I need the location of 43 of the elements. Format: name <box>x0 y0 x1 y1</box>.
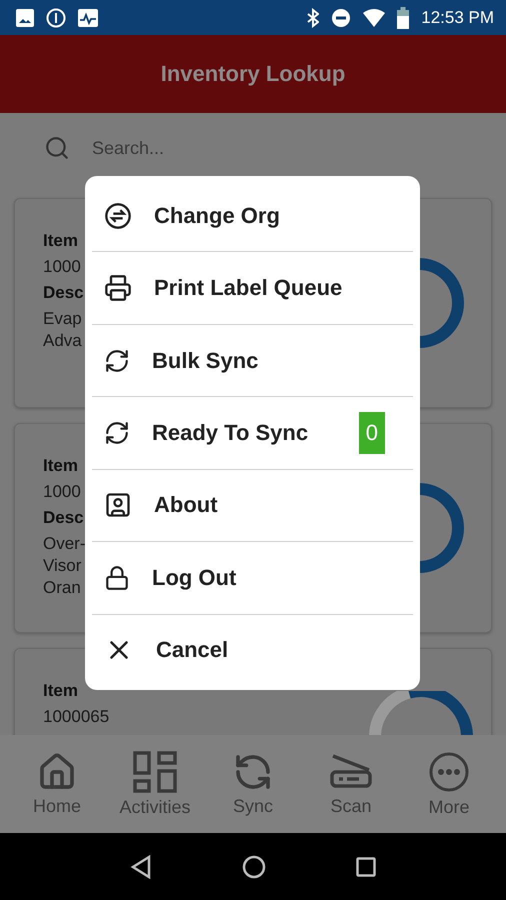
swap-circle-icon <box>104 202 132 230</box>
home-circle-icon <box>242 854 266 878</box>
dashboard-icon <box>133 750 177 792</box>
description-text: Evap <box>43 309 82 329</box>
menu-item[interactable]: About <box>92 470 413 542</box>
status-time: 12:53 PM <box>421 8 494 28</box>
sync-icon <box>104 420 130 446</box>
field-label: Desc <box>43 283 84 303</box>
printer-icon <box>104 274 132 302</box>
search-icon <box>44 135 70 161</box>
lock-icon <box>104 564 130 591</box>
home-icon <box>37 752 77 792</box>
menu-item[interactable]: Log Out <box>92 542 413 615</box>
back-icon <box>130 854 152 878</box>
image-icon <box>16 8 34 26</box>
wifi-icon <box>363 8 386 26</box>
battery-icon <box>397 6 410 28</box>
pulse-icon <box>78 8 98 26</box>
search-field[interactable]: Search... <box>90 136 390 160</box>
info-icon <box>46 8 66 28</box>
menu-item[interactable]: Change Org <box>92 180 413 252</box>
description-text: Adva <box>43 331 82 351</box>
field-label: Desc <box>43 508 84 528</box>
description-text: Over- <box>43 534 86 554</box>
bluetooth-icon <box>307 8 320 28</box>
sync-icon <box>104 348 130 374</box>
field-label: Item <box>43 231 78 251</box>
description-text: Visor <box>43 556 82 576</box>
field-label: Item <box>43 681 78 701</box>
item-number: 1000 <box>43 482 81 502</box>
menu-item[interactable]: Bulk Sync <box>92 324 413 398</box>
menu-item[interactable]: Print Label Queue <box>92 252 413 325</box>
contact-card-icon <box>104 491 132 520</box>
count-badge: 0 <box>358 412 385 454</box>
menu-item[interactable]: Ready To Sync 0 <box>92 397 413 470</box>
do-not-disturb-icon <box>331 8 352 28</box>
more-icon <box>428 750 470 792</box>
field-label: Item <box>43 456 78 476</box>
recents-icon <box>356 856 376 876</box>
item-number: 1000065 <box>43 707 110 727</box>
description-text: Oran <box>43 578 82 598</box>
app-title: Inventory Lookup <box>160 61 346 87</box>
item-number: 1000 <box>43 257 81 277</box>
